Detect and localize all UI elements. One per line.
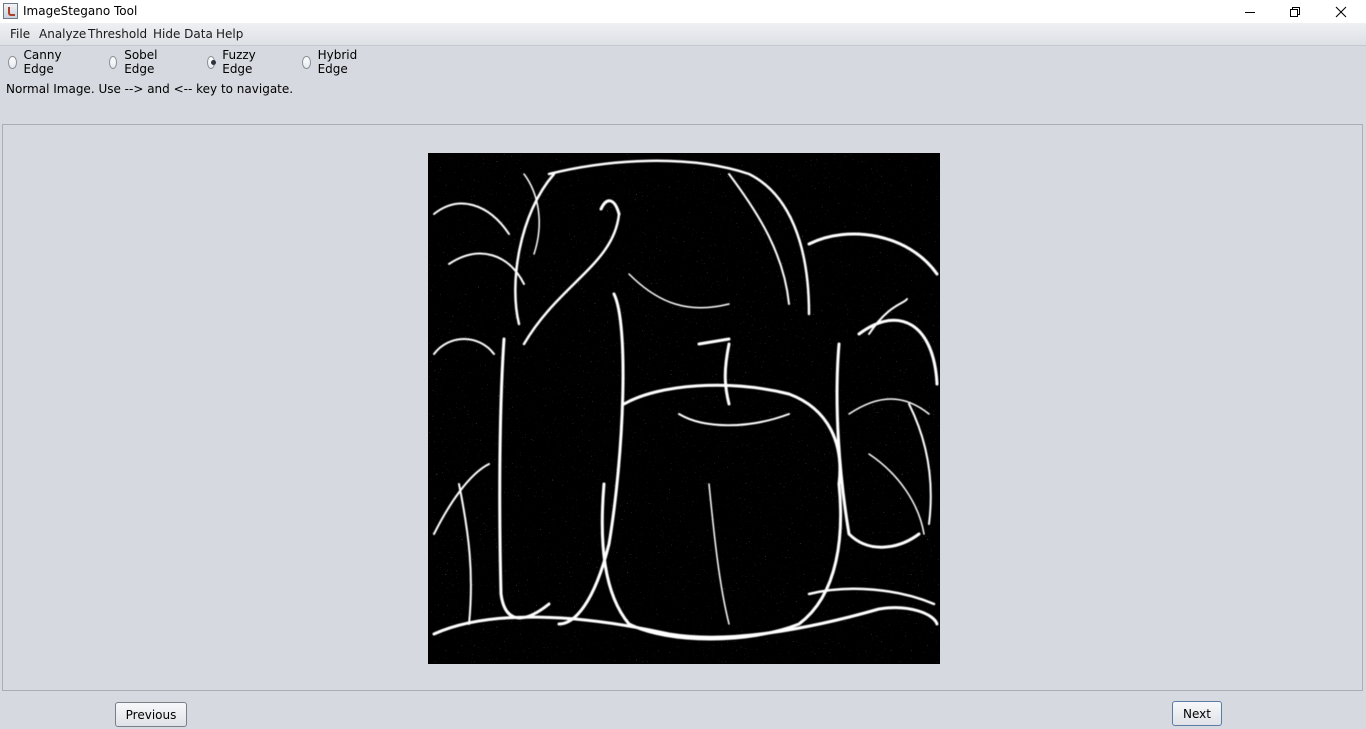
menu-analyze[interactable]: Analyze <box>39 27 86 41</box>
title-bar: ImageStegano Tool <box>0 0 1366 23</box>
next-button[interactable]: Next <box>1172 701 1222 726</box>
radio-indicator-selected <box>207 55 217 69</box>
menu-help[interactable]: Help <box>216 27 243 41</box>
menu-bar: File Analyze Threshold Hide Data Help <box>0 23 1366 46</box>
radio-indicator <box>8 55 17 69</box>
restore-button[interactable] <box>1272 0 1318 23</box>
app-window: ImageStegano Tool File Analyze Threshold… <box>0 0 1366 729</box>
menu-hide-data[interactable]: Hide Data <box>153 27 213 41</box>
minimize-icon <box>1245 11 1255 13</box>
menu-file[interactable]: File <box>10 27 30 41</box>
radio-hybrid-edge[interactable]: Hybrid Edge <box>302 48 362 76</box>
radio-canny-edge[interactable]: Canny Edge <box>8 48 66 76</box>
radio-sobel-edge[interactable]: Sobel Edge <box>109 48 162 76</box>
radio-label: Hybrid Edge <box>317 48 358 76</box>
peppers-edge-image <box>429 154 939 663</box>
previous-button[interactable]: Previous <box>115 702 187 727</box>
radio-label: Sobel Edge <box>124 48 158 76</box>
status-message: Normal Image. Use --> and <-- key to nav… <box>6 82 294 96</box>
window-title: ImageStegano Tool <box>23 4 138 18</box>
java-app-icon <box>3 3 18 19</box>
minimize-button[interactable] <box>1227 0 1273 23</box>
radio-indicator <box>302 55 311 69</box>
edge-image <box>428 153 940 664</box>
restore-icon <box>1290 6 1300 17</box>
radio-label: Fuzzy Edge <box>222 48 256 76</box>
radio-indicator <box>109 55 118 69</box>
close-icon <box>1335 6 1347 17</box>
radio-label: Canny Edge <box>23 48 62 76</box>
close-button[interactable] <box>1318 0 1364 23</box>
menu-threshold[interactable]: Threshold <box>88 27 147 41</box>
radio-fuzzy-edge[interactable]: Fuzzy Edge <box>207 48 261 76</box>
image-panel <box>2 124 1363 691</box>
